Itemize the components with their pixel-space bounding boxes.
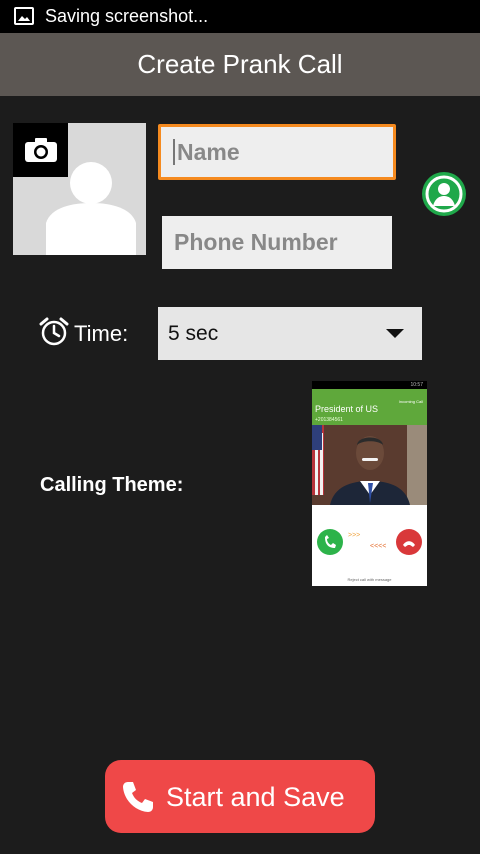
page-title: Create Prank Call [137,49,343,79]
time-select[interactable]: 5 sec [158,307,422,360]
caller-photo-image [312,425,427,505]
phone-icon [123,782,153,812]
chevron-down-icon [386,329,404,338]
preview-caller-number: +201384561 [315,417,343,423]
time-value: 5 sec [168,321,219,345]
preview-clock: 10:57 [410,382,423,388]
start-and-save-button[interactable]: Start and Save [105,760,375,833]
contact-icon[interactable] [421,171,467,217]
start-and-save-label: Start and Save [166,782,345,812]
name-placeholder: Name [177,138,240,165]
preview-answer-controls: >>> <<<< [317,529,422,555]
preview-caller-photo [312,425,427,505]
phone-placeholder: Phone Number [174,229,338,255]
name-input[interactable]: Name [158,124,396,180]
phone-number-input[interactable]: Phone Number [162,216,392,269]
status-bar: Saving screenshot... [0,0,480,33]
time-label: Time: [74,321,129,346]
screenshot-icon [14,7,34,25]
preview-footer: Reject call with message [347,577,392,582]
app-bar: Create Prank Call [0,33,480,96]
preview-incoming-label: Incoming Call [398,399,423,404]
calling-theme-label: Calling Theme: [40,474,184,496]
alarm-clock-icon [39,317,69,346]
swipe-right-arrows: >>> [348,532,360,539]
preview-caller-name: President of US [315,404,379,414]
preview-controls: >>> <<<< [312,505,427,577]
preview-status-bar: 10:57 [312,381,427,389]
camera-icon[interactable] [13,123,68,177]
text-cursor [173,139,175,165]
calling-theme-preview[interactable]: 10:57 Incoming Call President of US +201… [312,381,427,586]
status-text: Saving screenshot... [45,6,209,26]
swipe-left-arrows: <<<< [370,543,386,550]
